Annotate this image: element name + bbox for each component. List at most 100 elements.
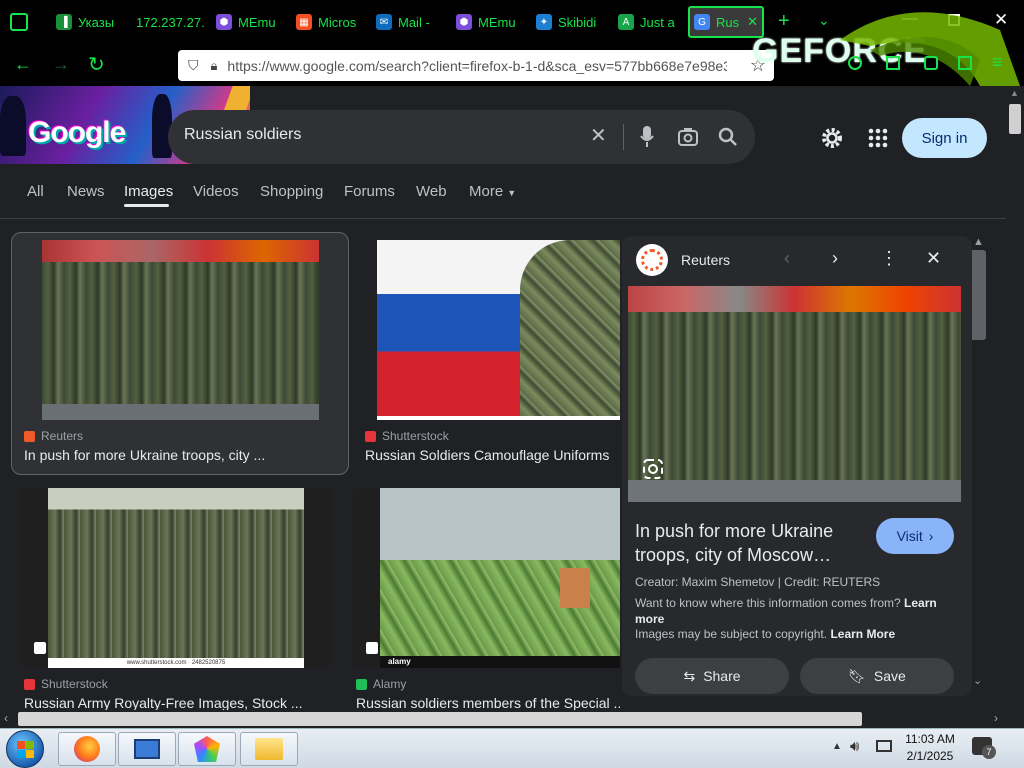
tab-5[interactable]: ⬢ MEmu xyxy=(452,6,522,38)
scrollbar-thumb[interactable] xyxy=(1009,104,1021,134)
extension-icon[interactable] xyxy=(886,56,900,70)
scroll-right-arrow-icon[interactable]: › xyxy=(994,711,998,725)
result-image[interactable]: www.shutterstock.com · 2482520875 xyxy=(48,488,304,668)
save-button[interactable]: 🔖︎ Save xyxy=(800,658,954,694)
result-title[interactable]: Russian soldiers members of the Special … xyxy=(356,695,620,710)
shield-icon[interactable]: ⛉ xyxy=(188,57,199,74)
reuters-logo-icon xyxy=(636,244,668,276)
start-button[interactable] xyxy=(6,730,44,768)
scroll-down-arrow-icon[interactable]: ⌄ xyxy=(973,674,982,687)
tab-more[interactable]: More ▼ xyxy=(469,183,516,200)
tab-7[interactable]: A Just a xyxy=(614,6,684,38)
gear-icon[interactable] xyxy=(820,126,844,150)
image-road xyxy=(42,404,319,420)
camera-lens-icon[interactable] xyxy=(678,127,698,147)
panel-info: Want to know where this information come… xyxy=(635,596,937,626)
panel-source[interactable]: Reuters xyxy=(681,252,730,268)
tab-videos[interactable]: Videos xyxy=(193,183,239,200)
result-title[interactable]: Russian Army Royalty-Free Images, Stock … xyxy=(24,695,324,710)
scroll-up-arrow-icon[interactable]: ▲ xyxy=(1010,88,1019,98)
tab-shopping[interactable]: Shopping xyxy=(260,183,323,200)
taskbar-remote-desktop[interactable] xyxy=(118,732,176,766)
reuters-favicon-icon xyxy=(24,430,35,442)
tab-news[interactable]: News xyxy=(67,183,105,200)
tab-4[interactable]: ✉ Mail - xyxy=(372,6,440,38)
page-vertical-scrollbar[interactable]: ▲ xyxy=(1006,86,1024,710)
result-source[interactable]: Shutterstock xyxy=(24,677,108,691)
result-image[interactable]: alamy xyxy=(380,488,620,668)
share-button[interactable]: ⇆ Share xyxy=(635,658,789,694)
image-road xyxy=(628,480,961,502)
panel-image[interactable] xyxy=(628,286,961,502)
panel-title[interactable]: In push for more Ukraine troops, city of… xyxy=(635,519,860,567)
tab-overview-icon[interactable] xyxy=(10,13,28,31)
shutterstock-favicon-icon xyxy=(24,678,35,690)
google-logo: Google xyxy=(28,116,126,149)
extension-icon[interactable] xyxy=(924,56,938,70)
result-source[interactable]: Shutterstock xyxy=(365,429,449,443)
extension-icon[interactable] xyxy=(848,56,862,70)
learn-more-link[interactable]: Learn More xyxy=(830,627,895,641)
lock-icon[interactable]: 🔒︎ xyxy=(211,58,218,74)
taskbar-firefox[interactable] xyxy=(58,732,116,766)
chevron-down-icon[interactable]: ⌄ xyxy=(818,12,830,29)
volume-icon[interactable]: 🔊︎ xyxy=(850,738,859,755)
clock[interactable]: 11:03 AM 2/1/2025 xyxy=(904,732,956,763)
windows-logo-icon xyxy=(17,741,25,749)
tab-6[interactable]: ✦ Skibidi xyxy=(532,6,604,38)
forward-arrow-icon[interactable]: → xyxy=(52,54,70,75)
tab-web[interactable]: Web xyxy=(416,183,447,200)
alamy-favicon-icon xyxy=(356,678,367,690)
clear-search-icon[interactable]: ✕ xyxy=(590,123,607,148)
new-tab-icon[interactable]: + xyxy=(778,10,790,33)
previous-image-icon[interactable]: ‹ xyxy=(784,248,790,269)
image-border xyxy=(377,416,620,420)
scroll-left-arrow-icon[interactable]: ‹ xyxy=(4,711,8,725)
result-source[interactable]: Alamy xyxy=(356,677,406,691)
result-image[interactable] xyxy=(377,240,620,420)
reload-icon[interactable]: ↻ xyxy=(88,52,105,77)
tab-all[interactable]: All xyxy=(27,183,44,200)
next-image-icon[interactable]: › xyxy=(832,248,838,269)
apps-grid-icon[interactable] xyxy=(868,128,888,148)
taskbar-memu[interactable] xyxy=(178,732,236,766)
results-scrollbar-thumb[interactable] xyxy=(970,250,986,340)
tab-0[interactable]: ▐ Указы xyxy=(52,6,122,38)
soldier-figure xyxy=(520,240,620,416)
close-tab-icon[interactable]: ✕ xyxy=(747,14,758,30)
sign-in-button[interactable]: Sign in xyxy=(902,118,987,158)
geforce-swoosh-icon xyxy=(840,12,1020,86)
bookmark-icon: 🔖︎ xyxy=(848,667,866,684)
url-text[interactable]: https://www.google.com/search?client=fir… xyxy=(227,58,727,74)
clock-date: 2/1/2025 xyxy=(906,749,954,763)
tab-favicon-icon: A xyxy=(618,14,634,30)
tab-1[interactable]: 172.237.27. xyxy=(132,6,204,38)
result-source[interactable]: Reuters xyxy=(24,429,83,443)
back-arrow-icon[interactable]: ← xyxy=(14,54,32,75)
search-box[interactable]: Russian soldiers ✕ xyxy=(168,110,755,164)
close-panel-icon[interactable]: ✕ xyxy=(926,248,941,269)
tab-images[interactable]: Images xyxy=(124,183,173,200)
extension-icon[interactable] xyxy=(958,56,972,70)
result-title[interactable]: Russian Soldiers Camouflage Uniforms xyxy=(365,447,620,463)
more-options-icon[interactable]: ⋮ xyxy=(880,248,898,269)
search-input[interactable]: Russian soldiers xyxy=(184,126,301,144)
taskbar-explorer[interactable] xyxy=(240,732,298,766)
tab-3[interactable]: ▦ Micros xyxy=(292,6,360,38)
tab-forums[interactable]: Forums xyxy=(344,183,395,200)
result-image[interactable] xyxy=(42,240,319,420)
hamburger-menu-icon[interactable]: ≡ xyxy=(992,52,1003,73)
network-icon[interactable] xyxy=(876,740,892,752)
show-hidden-icons[interactable]: ▲ xyxy=(832,741,842,752)
search-icon[interactable] xyxy=(718,127,738,147)
scroll-up-arrow-icon[interactable]: ▲ xyxy=(973,236,984,248)
page-horizontal-scrollbar[interactable]: ‹ › xyxy=(0,710,1024,728)
visit-button[interactable]: Visit › xyxy=(876,518,954,554)
tab-2[interactable]: ⬢ MEmu xyxy=(212,6,282,38)
lens-search-icon[interactable] xyxy=(642,458,664,480)
microphone-icon[interactable] xyxy=(640,126,654,148)
result-title[interactable]: In push for more Ukraine troops, city ..… xyxy=(24,447,342,463)
url-bar[interactable]: ⛉ 🔒︎ https://www.google.com/search?clien… xyxy=(178,50,774,81)
scrollbar-thumb[interactable] xyxy=(18,712,862,726)
tab-favicon-icon: ▐ xyxy=(56,14,72,30)
